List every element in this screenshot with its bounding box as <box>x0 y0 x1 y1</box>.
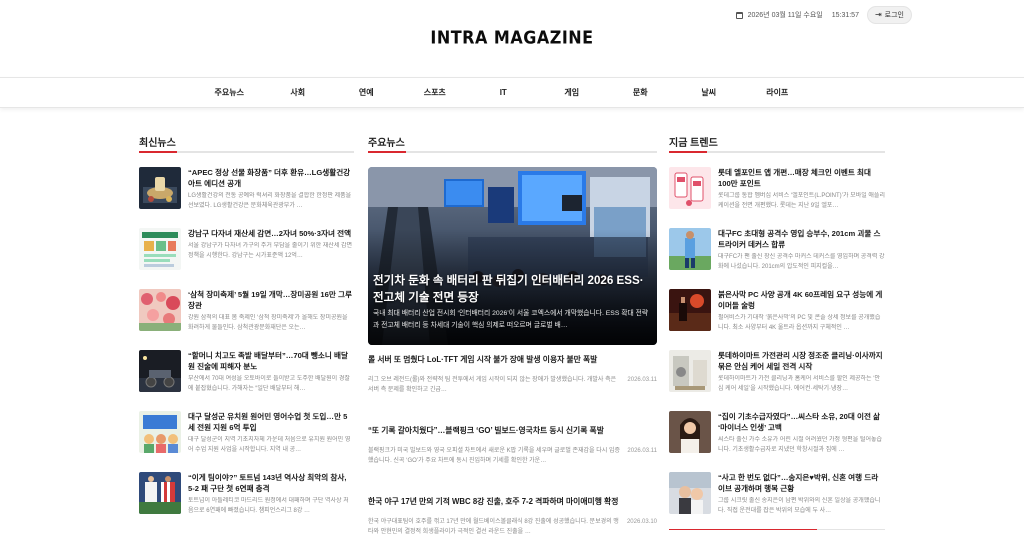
thumbnail-image <box>669 228 711 270</box>
nav-item-sports[interactable]: 스포츠 <box>401 78 470 107</box>
news-date: 2026.03.11 <box>627 377 657 383</box>
section-divider <box>139 151 354 153</box>
main-nav: 주요뉴스 사회 연예 스포츠 IT 게임 문화 날씨 라이프 <box>0 77 1024 108</box>
item-title: 롯데하이마트 가전관리 시장 정조준 클리닝·이사까지 묶은 안심 케어 세일 … <box>718 351 883 371</box>
item-desc: 롯데하이마트가 가전 클리닝과 홈케어 서비스를 할인 제공하는 ‘안심 케어 … <box>718 376 881 392</box>
nav-item-it[interactable]: IT <box>469 78 538 107</box>
hero-desc: 국내 최대 배터리 산업 전시회 ‘인터배터리 2026’이 서울 코엑스에서 … <box>373 310 649 329</box>
item-title: 롯데 엘포인트 앱 개편…매장 체크인 이벤트 최대 100만 포인트 <box>718 168 871 188</box>
item-desc: 대구FC가 팬 출신 장신 공격수 마커스 데커스를 영입하며 공격력 강화에 … <box>718 254 885 270</box>
list-item[interactable]: “사고 한 번도 없다”…송지은♥박위, 신혼 여행 드라이브 공개하며 행복 … <box>669 472 885 533</box>
news-title: “또 기록 갈아치웠다”…블랙핑크 ‘GO’ 빌보드·영국차트 동시 신기록 폭… <box>368 426 604 435</box>
item-title: “사고 한 번도 없다”…송지은♥박위, 신혼 여행 드라이브 공개하며 행복 … <box>718 473 879 493</box>
nav-item-society[interactable]: 사회 <box>264 78 333 107</box>
news-item[interactable]: “또 기록 갈아치웠다”…블랙핑크 ‘GO’ 빌보드·영국차트 동시 신기록 폭… <box>368 425 657 487</box>
list-item[interactable]: 롯데하이마트 가전관리 시장 정조준 클리닝·이사까지 묶은 안심 케어 세일 … <box>669 350 885 411</box>
news-title: 롤 서버 또 멈췄다 LoL·TFT 게임 시작 불가 장애 발생 이용자 불만… <box>368 355 598 364</box>
login-icon: ⇥ <box>874 10 882 19</box>
login-button[interactable]: ⇥ 로그인 <box>866 6 912 24</box>
utility-bar: 2026년 03월 11일 수요일 15:31:57 ⇥ 로그인 <box>735 6 912 24</box>
thumbnail-image <box>669 350 711 392</box>
news-desc: 한국 야구대표팀이 호주를 꺾고 17년 만에 월드베이스볼클래식 8강 진출에… <box>368 519 619 535</box>
time-text: 15:31:57 <box>831 11 859 19</box>
thumbnail-image <box>669 167 711 209</box>
item-desc: 강원 삼척의 대표 봄 축제인 ‘삼척 장미축제’가 올해도 장미공원을 화려하… <box>188 315 348 331</box>
news-item[interactable]: 한국 야구 17년 만의 기적 WBC 8강 진출, 호주 7-2 격파하며 마… <box>368 496 657 558</box>
thumbnail-image <box>139 289 181 331</box>
nav-item-game[interactable]: 게임 <box>538 78 607 107</box>
nav-item-weather[interactable]: 날씨 <box>675 78 744 107</box>
site-logo[interactable]: INTRA MAGAZINE <box>0 27 1024 48</box>
login-label: 로그인 <box>884 12 904 19</box>
list-item[interactable]: 대구FC 초대형 공격수 영입 승부수, 201cm 괴물 스트라이커 데커스 … <box>669 228 885 289</box>
item-desc: 서울 강남구가 다자녀 가구의 주거 부담을 줄이기 위한 재산세 감면 정책을… <box>188 243 353 259</box>
section-title: 최신뉴스 <box>139 138 176 149</box>
item-desc: LG생활건강의 전통 공예와 럭셔리 화장품을 결합한 한정판 제품을 선보였다… <box>188 193 352 209</box>
list-item[interactable]: ‘삼척 장미축제’ 5월 19일 개막…장미공원 16만 그루 장관 강원 삼척… <box>139 289 354 350</box>
list-item[interactable]: “이게 팀이야?” 토트넘 143년 역사상 최악의 참사, 5-2 패 구단 … <box>139 472 354 533</box>
section-title: 주요뉴스 <box>368 138 405 149</box>
site-header: 2026년 03월 11일 수요일 15:31:57 ⇥ 로그인 INTRA M… <box>0 0 1024 77</box>
item-title: 붉은사막 PC 사양 공개 4K 60프레임 요구 성능에 게이머들 술렁 <box>718 290 883 310</box>
section-end-divider <box>669 529 885 530</box>
section-divider <box>368 151 657 153</box>
thumbnail-image <box>139 167 181 209</box>
news-desc: 블랙핑크가 미국 빌보드와 영국 오피셜 차트에서 새로운 K팝 기록을 세우며… <box>368 448 620 464</box>
nav-item-culture[interactable]: 문화 <box>606 78 675 107</box>
nav-item-main-news[interactable]: 주요뉴스 <box>195 78 264 107</box>
item-title: “이게 팀이야?” 토트넘 143년 역사상 최악의 참사, 5-2 패 구단 … <box>188 473 347 493</box>
hero-title: 전기차 둔화 속 배터리 판 뒤집기 인터배터리 2026 ESS·전고체 기술… <box>373 274 644 304</box>
item-title: “할머니 치고도 족발 배달부터”…70대 뺑소니 배달원 진술에 피해자 분노 <box>188 351 348 371</box>
item-title: “APEC 정상 선물 화장품” 더후 환유…LG생활건강 아트 에디션 공개 <box>188 168 351 188</box>
thumbnail-image <box>669 411 711 453</box>
nav-item-life[interactable]: 라이프 <box>743 78 812 107</box>
thumbnail-image <box>669 289 711 331</box>
hero-article[interactable]: 전기차 둔화 속 배터리 판 뒤집기 인터배터리 2026 ESS·전고체 기술… <box>368 167 657 345</box>
list-item[interactable]: 롯데 엘포인트 앱 개편…매장 체크인 이벤트 최대 100만 포인트 롯데그룹… <box>669 167 885 228</box>
item-title: 강남구 다자녀 재산세 감면…2자녀 50%·3자녀 전액 <box>188 229 352 238</box>
list-item[interactable]: 대구 달성군 유치원 원어민 영어수업 첫 도입…만 5세 전원 지원 6억 투… <box>139 411 354 472</box>
latest-news-section: 최신뉴스 “APEC 정상 선물 화장품” 더후 환유…LG생활건강 아트 에디… <box>139 134 354 533</box>
thumbnail-image <box>669 472 711 514</box>
section-title: 지금 트렌드 <box>669 138 718 149</box>
item-title: 대구FC 초대형 공격수 영입 승부수, 201cm 괴물 스트라이커 데커스 … <box>718 229 881 249</box>
datetime-display: 2026년 03월 11일 수요일 15:31:57 <box>735 10 859 20</box>
trend-section: 지금 트렌드 롯데 엘포인트 앱 개편…매장 체크인 이벤트 최대 100만 포… <box>669 134 885 530</box>
list-item[interactable]: “APEC 정상 선물 화장품” 더후 환유…LG생활건강 아트 에디션 공개 … <box>139 167 354 228</box>
item-desc: 펄어비스가 기대작 ‘붉은사막’의 PC 및 콘솔 상세 정보를 공개했습니다.… <box>718 315 881 331</box>
news-item[interactable]: 롤 서버 또 멈췄다 LoL·TFT 게임 시작 불가 장애 발생 이용자 불만… <box>368 354 657 416</box>
thumbnail-image <box>139 411 181 453</box>
list-item[interactable]: 강남구 다자녀 재산세 감면…2자녀 50%·3자녀 전액 서울 강남구가 다자… <box>139 228 354 289</box>
item-desc: 롯데그룹 통합 멤버십 서비스 ‘엘포인트(L.POINT)’가 모바일 애플리… <box>718 193 885 209</box>
item-desc: 그룹 시크릿 출신 송지은이 남편 박위와의 신혼 일상을 공개했습니다. 직접… <box>718 498 881 514</box>
thumbnail-image <box>139 350 181 392</box>
news-title: 한국 야구 17년 만의 기적 WBC 8강 진출, 호주 7-2 격파하며 마… <box>368 497 619 506</box>
news-date: 2026.03.11 <box>627 448 657 454</box>
date-text: 2026년 03월 11일 수요일 <box>747 12 823 19</box>
item-desc: 대구 달성군이 지역 기초지자체 가운데 처음으로 유치원 원어민 영어 수업 … <box>188 437 351 453</box>
thumbnail-image <box>139 228 181 270</box>
list-item[interactable]: “할머니 치고도 족발 배달부터”…70대 뺑소니 배달원 진술에 피해자 분노… <box>139 350 354 411</box>
section-divider <box>669 151 885 153</box>
list-item[interactable]: “집이 기초수급자였다”…씨스타 소유, 20대 이전 삶 ‘마이너스 인생’ … <box>669 411 885 472</box>
nav-item-entertainment[interactable]: 연예 <box>332 78 401 107</box>
main-news-section: 주요뉴스 전기차 둔화 속 배터리 판 뒤집기 인터배터리 2026 ESS·전… <box>368 134 657 558</box>
item-title: ‘삼척 장미축제’ 5월 19일 개막…장미공원 16만 그루 장관 <box>188 290 352 310</box>
item-desc: 씨스타 출신 가수 소유가 어린 시절 어려웠던 가정 형편을 털어놓습니다. … <box>718 437 883 453</box>
calendar-icon <box>735 11 743 19</box>
news-date: 2026.03.10 <box>626 519 657 525</box>
list-item[interactable]: 붉은사막 PC 사양 공개 4K 60프레임 요구 성능에 게이머들 술렁 펄어… <box>669 289 885 350</box>
item-desc: 부산에서 70대 여성을 오토바이로 들이받고 도주한 배달원이 경찰에 붙잡혔… <box>188 376 350 392</box>
news-desc: 리그 오브 레전드(롤)와 전략적 팀 전투에서 게임 시작이 되지 않는 장애… <box>368 377 617 393</box>
thumbnail-image <box>139 472 181 514</box>
item-title: “집이 기초수급자였다”…씨스타 소유, 20대 이전 삶 ‘마이너스 인생’ … <box>718 412 881 432</box>
item-desc: 토트넘이 아틀레티코 마드리드 원정에서 대패하며 구단 역사상 처음으로 6연… <box>188 498 349 514</box>
item-title: 대구 달성군 유치원 원어민 영어수업 첫 도입…만 5세 전원 지원 6억 투… <box>188 412 348 432</box>
